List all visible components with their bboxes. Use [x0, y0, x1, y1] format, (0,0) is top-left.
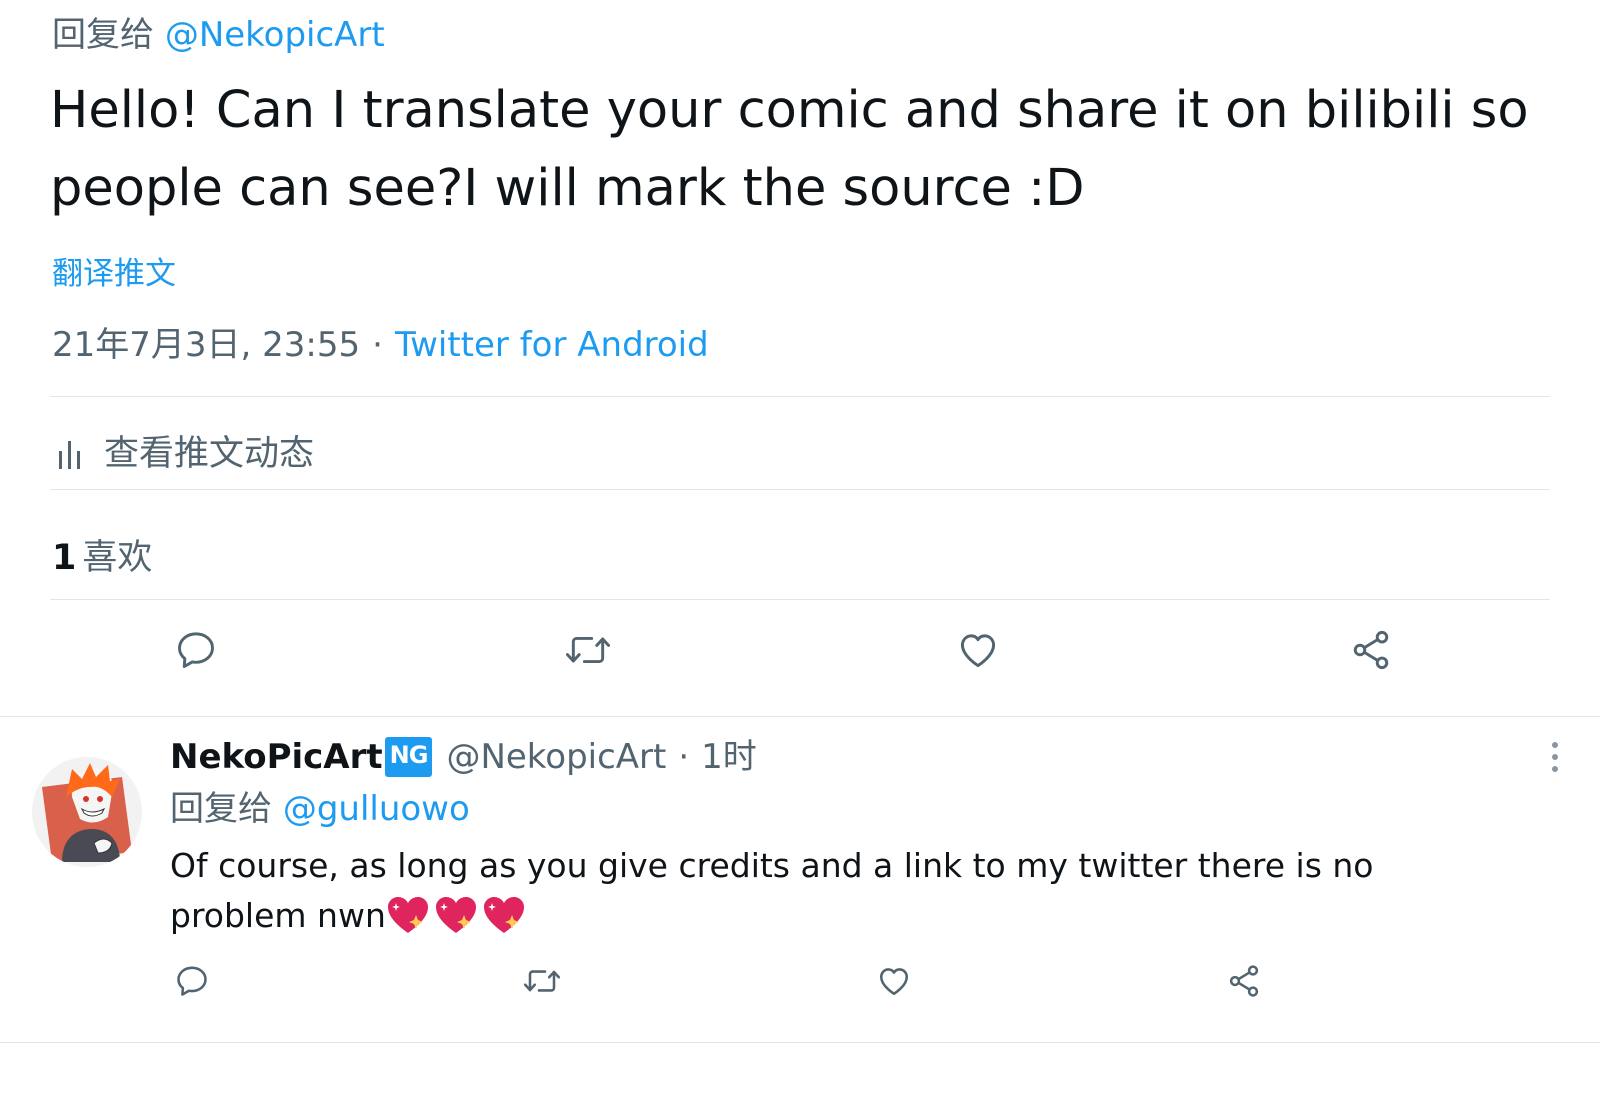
activity-label: 查看推文动态: [104, 434, 315, 474]
reply-icon[interactable]: [174, 628, 218, 672]
user-handle[interactable]: @NekopicArt: [446, 733, 666, 781]
translate-tweet-link[interactable]: 翻译推文: [52, 252, 176, 296]
reply-text: Of course, as long as you give credits a…: [170, 841, 1470, 941]
share-icon[interactable]: [1226, 963, 1262, 999]
like-icon[interactable]: [956, 628, 1000, 672]
reply-handle-link[interactable]: @NekopicArt: [165, 15, 385, 55]
tweet-timestamp[interactable]: 21年7月3日, 23:55: [52, 325, 360, 365]
reply-prefix: 回复给: [52, 15, 154, 55]
avatar[interactable]: [32, 757, 142, 867]
main-tweet: 回复给 @NekopicArt Hello! Can I translate y…: [0, 0, 1600, 717]
view-tweet-activity-button[interactable]: 查看推文动态: [56, 430, 314, 478]
activity-bars-icon: [59, 441, 80, 469]
header-separator: ·: [678, 737, 690, 777]
name-badge: NG: [384, 737, 433, 777]
emoji-group: [386, 896, 530, 935]
divider: [50, 396, 1550, 397]
more-vertical-icon[interactable]: [1545, 737, 1565, 797]
meta-separator: ·: [372, 325, 383, 365]
like-icon[interactable]: [876, 963, 912, 999]
tweet-meta: 21年7月3日, 23:55 · Twitter for Android: [52, 322, 709, 368]
avatar-illustration: [32, 757, 142, 867]
reply-context: 回复给 @gulluowo: [170, 785, 470, 833]
time-ago[interactable]: 1时: [701, 733, 757, 781]
display-name[interactable]: NekoPicArt: [170, 733, 383, 781]
reply-header: NekoPicArt NG @NekopicArt · 1时: [170, 733, 757, 781]
retweet-icon[interactable]: [522, 963, 562, 999]
tweet-text: Hello! Can I translate your comic and sh…: [50, 81, 1529, 218]
reply-text-body: Of course, as long as you give credits a…: [170, 846, 1374, 935]
reply-tweet: NekoPicArt NG @NekopicArt · 1时 回复给 @gulluowo…: [0, 717, 1600, 1043]
reply-handle-link[interactable]: @gulluowo: [283, 789, 470, 829]
sparkling-heart-icon: [483, 897, 524, 933]
divider: [50, 599, 1550, 600]
divider: [50, 489, 1550, 490]
likes-count: 1: [52, 538, 77, 578]
reply-icon[interactable]: [174, 963, 210, 999]
tweet-source-link[interactable]: Twitter for Android: [395, 325, 709, 365]
reply-context: 回复给 @NekopicArt: [52, 12, 385, 58]
sparkling-heart-icon: [435, 897, 476, 933]
likes-label: 喜欢: [82, 538, 153, 578]
reply-prefix: 回复给: [170, 789, 272, 829]
likes-count-link[interactable]: 1 喜欢: [52, 534, 152, 582]
retweet-icon[interactable]: [564, 628, 612, 672]
share-icon[interactable]: [1349, 628, 1393, 672]
sparkling-heart-icon: [387, 897, 428, 933]
